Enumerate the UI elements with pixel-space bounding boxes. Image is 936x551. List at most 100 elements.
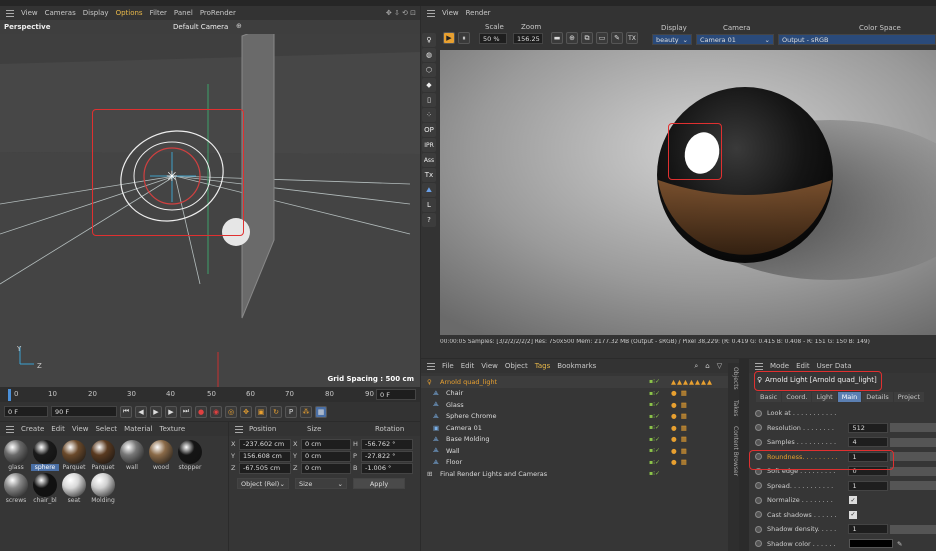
- shape-icon[interactable]: ◆: [422, 78, 436, 92]
- tx-button[interactable]: Tx: [422, 168, 436, 182]
- visibility-check-icon[interactable]: ▪⁝✓: [649, 378, 660, 385]
- mountain-icon[interactable]: ⛰: [422, 183, 436, 197]
- attr-menu-edit[interactable]: Edit: [796, 362, 810, 370]
- filter-icon[interactable]: ▽: [717, 362, 722, 370]
- display-select[interactable]: beauty ⌄: [652, 34, 692, 45]
- tab-details[interactable]: Details: [862, 392, 893, 402]
- autokey-icon[interactable]: ◉: [210, 405, 222, 418]
- material-swatch[interactable]: chair_bl: [31, 473, 59, 504]
- position-field[interactable]: -237.602 cm: [239, 438, 291, 450]
- tag-icons[interactable]: ● ▦: [671, 447, 688, 455]
- snapshot-icon[interactable]: ⧉: [581, 32, 593, 44]
- sphere-icon[interactable]: ◍: [422, 48, 436, 62]
- attr-slider[interactable]: [890, 481, 936, 491]
- camera-select[interactable]: Camera 01 ⌄: [696, 34, 774, 45]
- position-field[interactable]: 156.608 cm: [239, 450, 291, 462]
- tag-icons[interactable]: ● ▦: [671, 435, 688, 443]
- visibility-check-icon[interactable]: ▪⁝✓: [649, 424, 660, 431]
- zoom-field[interactable]: 156.25: [513, 33, 543, 44]
- attr-menu-userdata[interactable]: User Data: [817, 362, 852, 370]
- render-menu-view[interactable]: View: [442, 9, 459, 17]
- cube-icon[interactable]: ⬡: [422, 63, 436, 77]
- viewport-menu-prorender[interactable]: ProRender: [200, 9, 236, 17]
- tab-basic[interactable]: Basic: [756, 392, 782, 402]
- rotation-field[interactable]: -56.762 °: [361, 438, 413, 450]
- visibility-check-icon[interactable]: ▪⁝✓: [649, 413, 660, 420]
- attr-value-field[interactable]: 1: [848, 524, 889, 535]
- object-row[interactable]: ♀ Arnold quad_light ▪⁝✓ ▲▲▲▲▲▲▲: [421, 376, 739, 388]
- tab-project[interactable]: Project: [893, 392, 925, 402]
- start-frame-field[interactable]: 0 F: [4, 406, 48, 417]
- layout-icon[interactable]: ▦: [315, 405, 327, 418]
- keyframe-radio-icon[interactable]: [755, 540, 762, 548]
- object-row[interactable]: ⟁ Sphere Chrome ▪⁝✓ ● ▦: [421, 411, 739, 423]
- viewport-menu-options[interactable]: Options: [116, 9, 143, 17]
- material-swatch[interactable]: wall: [118, 440, 146, 471]
- mat-menu-texture[interactable]: Texture: [160, 425, 186, 433]
- object-row[interactable]: ⟁ Chair ▪⁝✓ ● ▦: [421, 388, 739, 400]
- attr-value-field[interactable]: 1: [848, 480, 889, 491]
- visibility-check-icon[interactable]: ▪⁝✓: [649, 459, 660, 466]
- rotation-field[interactable]: -27.822 °: [361, 450, 413, 462]
- material-swatch[interactable]: glass: [2, 440, 30, 471]
- obj-menu-tags[interactable]: Tags: [535, 362, 551, 370]
- eyedropper-icon[interactable]: ✎: [897, 540, 902, 548]
- visibility-check-icon[interactable]: ▪⁝✓: [649, 390, 660, 397]
- mat-menu-select[interactable]: Select: [95, 425, 117, 433]
- side-tab-content-browser[interactable]: Content Browser: [732, 426, 739, 476]
- attr-slider[interactable]: [890, 423, 936, 433]
- record-icon[interactable]: ●: [195, 405, 207, 418]
- object-row[interactable]: ⊞ Final Render Lights and Cameras ▪⁝✓: [421, 468, 739, 480]
- light-bulb-icon[interactable]: ♀: [422, 33, 436, 47]
- brush-icon[interactable]: ✎: [611, 32, 623, 44]
- menu-icon[interactable]: [6, 9, 14, 17]
- end-frame-field[interactable]: 90 F: [51, 406, 117, 417]
- next-frame-icon[interactable]: ▶: [165, 405, 177, 418]
- tag-icons[interactable]: ● ▦: [671, 424, 688, 432]
- keyframe-radio-icon[interactable]: [755, 409, 762, 417]
- menu-icon[interactable]: [755, 362, 763, 370]
- current-frame-field[interactable]: 0 F: [376, 389, 416, 400]
- tx-icon[interactable]: TX: [626, 32, 638, 44]
- timeline-ruler[interactable]: 0 10 20 30 40 50 60 70 80 90 0 F: [0, 387, 420, 402]
- object-row[interactable]: ⟁ Glass ▪⁝✓ ● ▦: [421, 399, 739, 411]
- material-swatch[interactable]: Parquet: [89, 440, 117, 471]
- mat-menu-material[interactable]: Material: [124, 425, 152, 433]
- visibility-check-icon[interactable]: ▪⁝✓: [649, 470, 660, 477]
- menu-icon[interactable]: [427, 9, 435, 17]
- attr-value-field[interactable]: 4: [848, 437, 889, 448]
- viewport-menu-panel[interactable]: Panel: [174, 9, 193, 17]
- help-button[interactable]: ?: [422, 213, 436, 227]
- side-tab-takes[interactable]: Takes: [732, 400, 739, 416]
- keyframe-radio-icon[interactable]: [755, 438, 762, 446]
- attr-slider[interactable]: [890, 466, 936, 476]
- render-play-button[interactable]: ▶: [443, 32, 455, 44]
- attr-value-field[interactable]: 512: [848, 422, 889, 433]
- param-key-icon[interactable]: P: [285, 405, 297, 418]
- viewport-menu-view[interactable]: View: [21, 9, 38, 17]
- object-row[interactable]: ⟁ Base Molding ▪⁝✓ ● ▦: [421, 434, 739, 446]
- checkbox[interactable]: ✓: [849, 496, 857, 505]
- visibility-check-icon[interactable]: ▪⁝✓: [649, 447, 660, 454]
- material-swatch[interactable]: wood: [147, 440, 175, 471]
- material-swatch[interactable]: stopper: [176, 440, 204, 471]
- size-field[interactable]: 0 cm: [301, 462, 351, 474]
- coord-size-select[interactable]: Size ⌄: [295, 478, 347, 489]
- menu-icon[interactable]: [235, 425, 243, 433]
- object-row[interactable]: ▣ Camera 01 ▪⁝✓ ● ▦: [421, 422, 739, 434]
- viewport-nav-icons[interactable]: ✥ ⇩ ⟲ ⊡: [386, 9, 416, 17]
- visibility-check-icon[interactable]: ▪⁝✓: [649, 401, 660, 408]
- colorspace-select[interactable]: Output - sRGB: [778, 34, 936, 45]
- rotate-key-icon[interactable]: ↻: [270, 405, 282, 418]
- tag-icons[interactable]: ▲▲▲▲▲▲▲: [671, 378, 713, 386]
- apply-button[interactable]: Apply: [353, 478, 405, 489]
- crosshair-icon[interactable]: ⊕: [566, 32, 578, 44]
- l-button[interactable]: L: [422, 198, 436, 212]
- playhead[interactable]: [8, 389, 11, 401]
- goto-start-icon[interactable]: ⏮: [120, 405, 132, 418]
- tab-light[interactable]: Light: [812, 392, 837, 402]
- render-menu-render[interactable]: Render: [466, 9, 491, 17]
- render-pause-button[interactable]: ⏸: [458, 32, 470, 44]
- render-image[interactable]: [440, 50, 936, 335]
- material-swatch[interactable]: sphere: [31, 440, 59, 471]
